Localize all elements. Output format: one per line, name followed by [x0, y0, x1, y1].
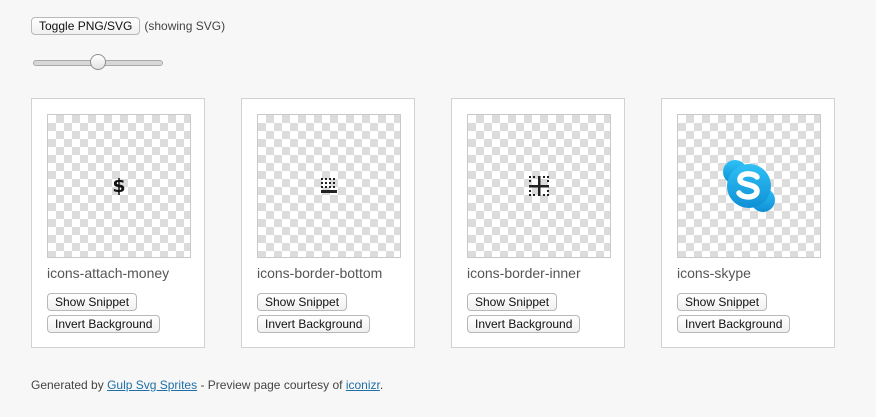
border-bottom-icon [320, 177, 338, 195]
icon-preview [677, 114, 821, 258]
show-snippet-button[interactable]: Show Snippet [257, 293, 348, 311]
show-snippet-button[interactable]: Show Snippet [47, 293, 138, 311]
icon-card-skype: icons-skype Show Snippet Invert Backgrou… [661, 98, 835, 348]
footer: Generated by Gulp Svg Sprites - Preview … [31, 378, 383, 392]
footer-middle: - Preview page courtesy of [197, 378, 346, 392]
icon-name: icons-border-bottom [257, 265, 383, 281]
invert-background-button[interactable]: Invert Background [467, 315, 581, 333]
toolbar: Toggle PNG/SVG (showing SVG) [31, 17, 225, 35]
icon-preview [467, 114, 611, 258]
icon-card-border-bottom: icons-border-bottom Show Snippet Invert … [241, 98, 415, 348]
gulp-svg-sprites-link[interactable]: Gulp Svg Sprites [107, 378, 197, 392]
icon-name: icons-skype [677, 265, 751, 281]
invert-background-button[interactable]: Invert Background [677, 315, 791, 333]
footer-suffix: . [379, 378, 384, 392]
footer-prefix: Generated by [31, 378, 108, 392]
toggle-png-svg-button[interactable]: Toggle PNG/SVG [31, 17, 141, 35]
icon-preview [257, 114, 401, 258]
format-status-text: (showing SVG) [144, 19, 226, 33]
size-slider[interactable] [33, 54, 163, 70]
iconizr-link[interactable]: iconizr [346, 378, 380, 392]
invert-background-button[interactable]: Invert Background [257, 315, 371, 333]
skype-icon [721, 158, 777, 214]
attach-money-icon: $ [112, 175, 126, 197]
icon-preview: $ [47, 114, 191, 258]
show-snippet-button[interactable]: Show Snippet [467, 293, 558, 311]
slider-thumb[interactable] [90, 54, 106, 70]
icon-name: icons-border-inner [467, 265, 581, 281]
icon-name: icons-attach-money [47, 265, 170, 281]
icon-card-attach-money: $ icons-attach-money Show Snippet Invert… [31, 98, 205, 348]
show-snippet-button[interactable]: Show Snippet [677, 293, 768, 311]
border-inner-icon [528, 175, 550, 197]
invert-background-button[interactable]: Invert Background [47, 315, 161, 333]
icon-card-border-inner: icons-border-inner Show Snippet Invert B… [451, 98, 625, 348]
